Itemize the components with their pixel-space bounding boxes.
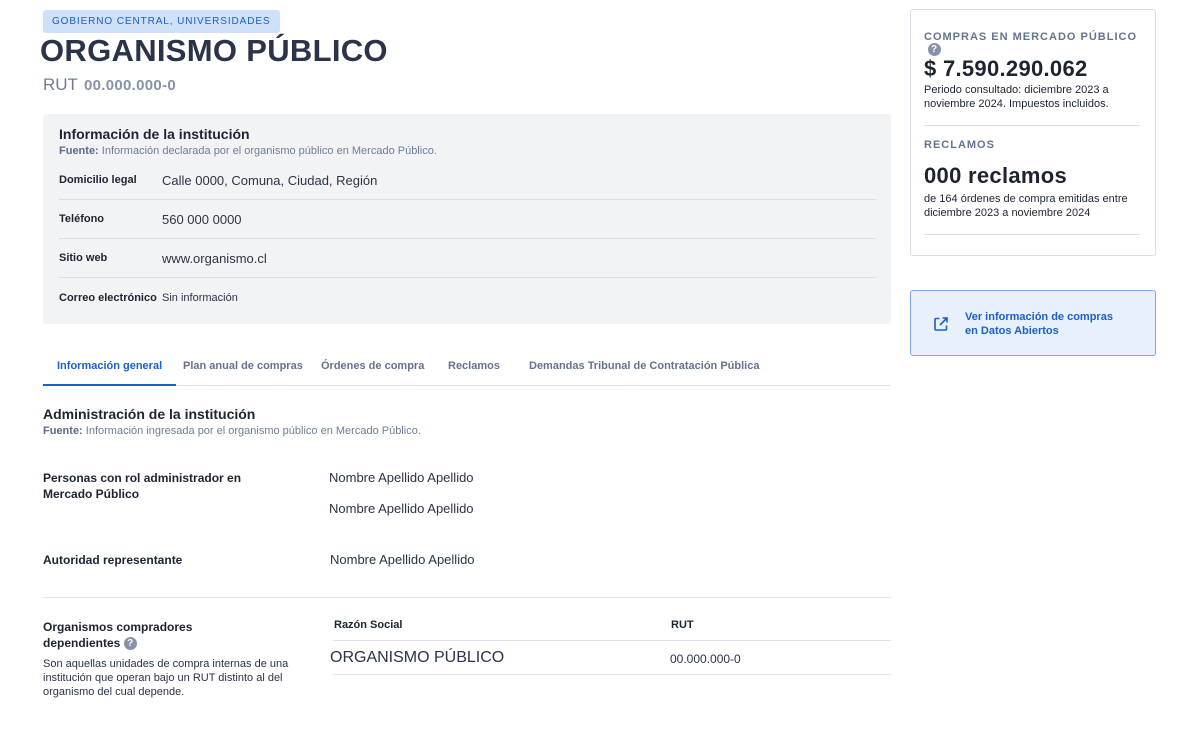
administration-source: Fuente: Información ingresada por el org…	[43, 425, 421, 437]
tab-claims[interactable]: Reclamos	[448, 348, 500, 386]
external-link-icon	[934, 317, 948, 331]
table-cell-rut: 00.000.000-0	[670, 652, 741, 666]
tab-general-info[interactable]: Información general	[43, 348, 177, 386]
rut-value: 00.000.000-0	[83, 77, 176, 94]
card-divider	[924, 125, 1140, 126]
rut-label: RUT	[43, 75, 78, 94]
help-icon[interactable]: ?	[123, 637, 137, 650]
table-cell-name: ORGANISMO PÚBLICO	[330, 649, 505, 666]
purchases-label-text: COMPRAS EN MERCADO PÚBLICO	[924, 31, 1138, 43]
website-link[interactable]: www.organismo.cl	[162, 251, 267, 266]
admin-name: Nombre Apellido Apellido	[329, 470, 474, 485]
table-header-rut: RUT	[671, 619, 694, 631]
info-row-website: Sitio web www.organismo.cl	[59, 239, 876, 278]
institution-info-source: Fuente: Información declarada por el org…	[59, 145, 437, 157]
info-row-phone: Teléfono 560 000 0000	[59, 200, 876, 239]
purchases-amount: $ 7.590.290.062	[924, 56, 1088, 81]
info-value: Calle 0000, Comuna, Ciudad, Región	[162, 172, 378, 188]
info-value: 560 000 0000	[162, 211, 242, 227]
info-label: Correo electrónico	[59, 291, 157, 304]
dependents-label: Organismos compradores dependientes ?	[43, 619, 233, 651]
institution-info-title: Información de la institución	[59, 126, 250, 142]
info-value: Sin información	[162, 291, 238, 304]
tab-tribunal-demands[interactable]: Demandas Tribunal de Contratación Públic…	[529, 348, 759, 386]
tab-annual-plan[interactable]: Plan anual de compras	[183, 348, 303, 386]
claims-description: de 164 órdenes de compra emitidas entre …	[924, 193, 1128, 219]
source-text: Información ingresada por el organismo p…	[85, 425, 421, 437]
rut-line: RUT 00.000.000-0	[43, 75, 176, 95]
institution-info-panel: Información de la institución Fuente: In…	[43, 114, 891, 324]
dependents-label-text: Organismos compradores dependientes	[43, 620, 193, 650]
authority-label: Autoridad representante	[43, 553, 183, 567]
open-data-link[interactable]: Ver información de compras en Datos Abie…	[910, 290, 1156, 356]
info-label: Domicilio legal	[59, 174, 137, 186]
source-text: Información declarada por el organismo p…	[101, 145, 437, 157]
card-divider	[924, 234, 1140, 235]
summary-card: COMPRAS EN MERCADO PÚBLICO ? $ 7.590.290…	[910, 9, 1156, 256]
purchases-description: Periodo consultado: diciembre 2023 a nov…	[924, 84, 1109, 110]
admin-name: Nombre Apellido Apellido	[329, 501, 474, 516]
sector-badge: GOBIERNO CENTRAL, UNIVERSIDADES	[43, 10, 280, 33]
section-divider	[43, 597, 891, 598]
authority-name: Nombre Apellido Apellido	[330, 552, 475, 567]
tab-bar: Información general Plan anual de compra…	[43, 348, 891, 386]
table-row-divider	[333, 674, 891, 675]
info-label: Sitio web	[59, 252, 108, 264]
info-label: Teléfono	[59, 213, 105, 225]
dependents-description: Son aquellas unidades de compra internas…	[43, 658, 289, 698]
table-header-divider	[333, 640, 891, 641]
help-icon[interactable]: ?	[928, 43, 941, 56]
tab-purchase-orders[interactable]: Órdenes de compra	[321, 348, 424, 386]
admins-label: Personas con rol administrador en Mercad…	[43, 471, 242, 501]
claims-label: RECLAMOS	[924, 139, 995, 151]
claims-count: 000 reclamos	[924, 163, 1068, 188]
purchases-label: COMPRAS EN MERCADO PÚBLICO ?	[924, 31, 1155, 56]
source-label: Fuente:	[43, 425, 83, 437]
open-data-link-label[interactable]: Ver información de compras en Datos Abie…	[965, 310, 1125, 338]
administration-title: Administración de la institución	[43, 406, 256, 422]
table-header-name: Razón Social	[334, 619, 403, 631]
info-row-email: Correo electrónico Sin información	[59, 278, 876, 317]
page-title: ORGANISMO PÚBLICO	[40, 33, 388, 68]
source-label: Fuente:	[59, 145, 99, 157]
info-row-address: Domicilio legal Calle 0000, Comuna, Ciud…	[59, 161, 876, 200]
